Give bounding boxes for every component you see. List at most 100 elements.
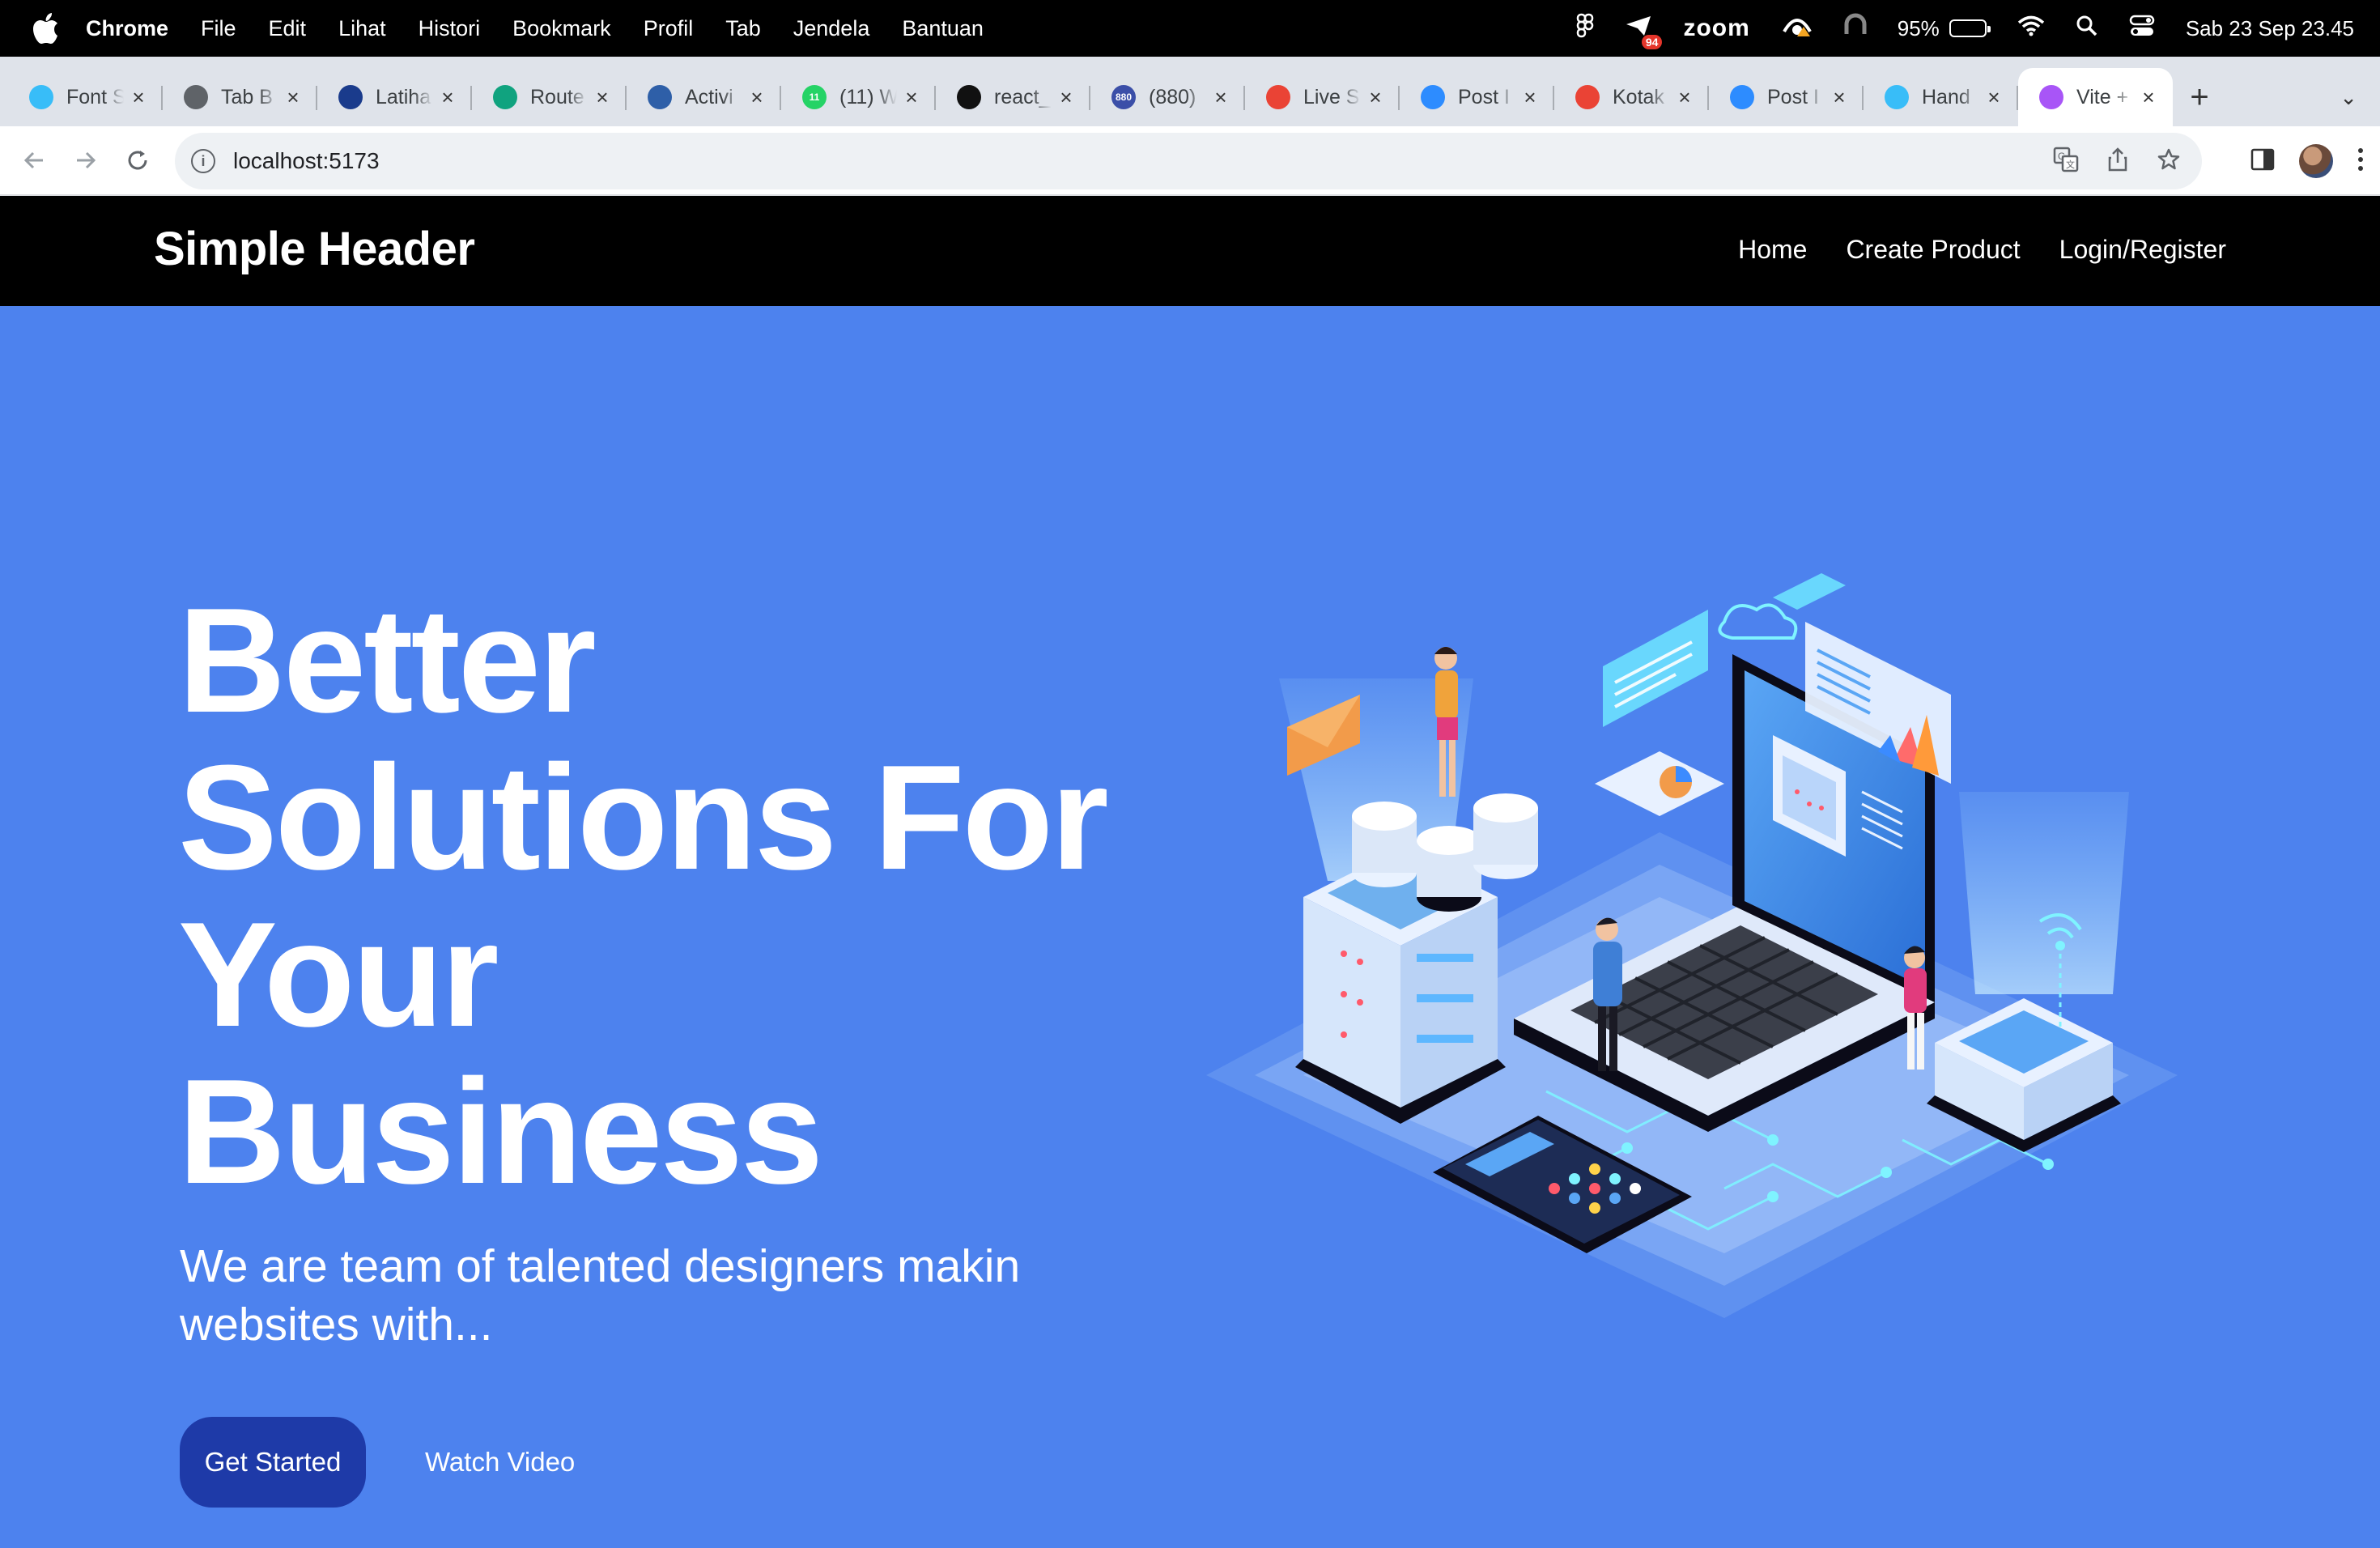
menu-bookmarks[interactable]: Bookmark — [512, 16, 611, 41]
browser-tab[interactable]: Post I × — [1709, 68, 1864, 126]
gmail-icon — [1266, 85, 1290, 109]
menu-tab[interactable]: Tab — [725, 16, 761, 41]
tab-close-icon[interactable]: × — [1520, 85, 1540, 110]
url-text[interactable]: localhost:5173 — [233, 148, 380, 174]
isometric-tech-illustration — [1206, 573, 2178, 1318]
nav-home[interactable]: Home — [1738, 235, 1807, 265]
new-tab-button[interactable]: + — [2173, 68, 2226, 126]
battery-icon — [1949, 19, 1991, 37]
translate-icon[interactable]: G文 — [2053, 147, 2079, 176]
site-info-icon[interactable]: i — [191, 149, 215, 173]
browser-tab[interactable]: Route × — [472, 68, 627, 126]
tab-close-icon[interactable]: × — [438, 85, 457, 110]
tab-title: (11) W — [839, 85, 897, 108]
menu-app-name[interactable]: Chrome — [86, 16, 168, 41]
mail-badge: 94 — [1641, 34, 1663, 49]
browser-tab[interactable]: Latiha × — [317, 68, 472, 126]
menu-view[interactable]: Lihat — [338, 16, 386, 41]
tab-close-icon[interactable]: × — [1211, 85, 1230, 110]
browser-tab[interactable]: 11 (11) W × — [781, 68, 936, 126]
tab-title: Tab B — [221, 85, 273, 108]
tab-close-icon[interactable]: × — [1984, 85, 2004, 110]
headline-line: Business — [178, 1048, 823, 1214]
vpn-shield-icon[interactable] — [1781, 14, 1813, 44]
browser-tab[interactable]: Hand × — [1864, 68, 2018, 126]
forward-arrow-icon[interactable] — [70, 144, 102, 176]
browser-tab[interactable]: 880 (880) × — [1090, 68, 1245, 126]
control-center-icon[interactable] — [2129, 15, 2155, 43]
browser-tab[interactable]: Font S × — [8, 68, 163, 126]
tab-title: Font S — [66, 85, 124, 108]
side-panel-icon[interactable] — [2250, 148, 2275, 175]
macos-menu-bar: Chrome File Edit Lihat Histori Bookmark … — [0, 0, 2380, 57]
menu-history[interactable]: Histori — [419, 16, 481, 41]
tab-close-icon[interactable]: × — [283, 85, 303, 110]
github-icon — [957, 85, 981, 109]
menu-edit[interactable]: Edit — [269, 16, 307, 41]
tab-title: Hand — [1922, 85, 1970, 108]
tab-search-chevron-icon[interactable]: ⌄ — [2340, 85, 2357, 110]
headline-line: Solutions For — [178, 734, 1109, 900]
tab-close-icon[interactable]: × — [1366, 85, 1385, 110]
menu-profile[interactable]: Profil — [644, 16, 694, 41]
battery-status[interactable]: 95% — [1898, 16, 1991, 41]
chrome-icon — [184, 85, 208, 109]
browser-tab[interactable]: Tab B × — [163, 68, 317, 126]
tab-close-icon[interactable]: × — [1830, 85, 1849, 110]
browser-tab-strip: Font S × Tab B × Latiha × Route × Activi × 11 (11) … — [0, 57, 2380, 126]
reload-icon[interactable] — [121, 144, 154, 176]
activity-icon — [648, 85, 672, 109]
tab-close-icon[interactable]: × — [1056, 85, 1076, 110]
tab-title: Vite + — [2076, 85, 2129, 108]
browser-tab[interactable]: Vite + × — [2018, 68, 2173, 126]
tab-title: Live S — [1303, 85, 1360, 108]
site-brand[interactable]: Simple Header — [154, 222, 475, 276]
back-arrow-icon[interactable] — [18, 144, 50, 176]
tab-close-icon[interactable]: × — [593, 85, 612, 110]
tab-title: Latiha — [376, 85, 431, 108]
browser-toolbar: i localhost:5173 G文 — [0, 126, 2380, 196]
share-icon[interactable] — [2106, 147, 2129, 176]
browser-tab[interactable]: react_ × — [936, 68, 1090, 126]
tab-close-icon[interactable]: × — [747, 85, 767, 110]
zoom-icon — [1730, 85, 1754, 109]
more-menu-icon[interactable] — [2357, 147, 2364, 176]
browser-tab[interactable]: Post I × — [1400, 68, 1554, 126]
nav-create-product[interactable]: Create Product — [1846, 235, 2020, 265]
whatsapp-icon: 11 — [802, 85, 827, 109]
site-header: Simple Header Home Create Product Login/… — [0, 196, 2380, 306]
menu-file[interactable]: File — [201, 16, 236, 41]
one-logo-icon — [338, 85, 363, 109]
wifi-icon[interactable] — [2017, 15, 2045, 42]
vite-icon — [2039, 85, 2063, 109]
tab-close-icon[interactable]: × — [902, 85, 921, 110]
menu-help[interactable]: Bantuan — [902, 16, 984, 41]
tab-close-icon[interactable]: × — [129, 85, 148, 110]
profile-avatar[interactable] — [2299, 144, 2333, 178]
spotlight-search-icon[interactable] — [2076, 15, 2098, 43]
zoom-icon — [1421, 85, 1445, 109]
apple-logo-icon[interactable] — [32, 12, 60, 45]
address-bar[interactable]: i localhost:5173 G文 — [175, 133, 2202, 189]
get-started-button[interactable]: Get Started — [180, 1417, 366, 1508]
tab-close-icon[interactable]: × — [2139, 85, 2158, 110]
bookmark-star-icon[interactable] — [2157, 147, 2181, 176]
hero-section: Better Solutions For Your Business We ar… — [0, 306, 2380, 1548]
watch-video-link[interactable]: Watch Video — [425, 1417, 575, 1508]
clock[interactable]: Sab 23 Sep 23.45 — [2186, 16, 2354, 41]
menu-window[interactable]: Jendela — [793, 16, 870, 41]
openai-icon — [493, 85, 517, 109]
zoom-status-icon[interactable]: zoom — [1683, 15, 1749, 42]
hero-subtitle: We are team of talented designers makin … — [180, 1240, 1021, 1350]
tab-title: react_ — [994, 85, 1051, 108]
tab-close-icon[interactable]: × — [1675, 85, 1694, 110]
browser-tab[interactable]: Kotak × — [1554, 68, 1709, 126]
mail-status-icon[interactable]: 94 — [1625, 15, 1663, 49]
svg-text:文: 文 — [2066, 159, 2075, 170]
nav-login-register[interactable]: Login/Register — [2059, 235, 2226, 265]
browser-tab[interactable]: Activi × — [627, 68, 781, 126]
tailwind-icon — [1885, 85, 1909, 109]
browser-tab[interactable]: Live S × — [1245, 68, 1400, 126]
figma-icon[interactable] — [1576, 13, 1594, 45]
headphones-icon[interactable] — [1844, 13, 1867, 45]
